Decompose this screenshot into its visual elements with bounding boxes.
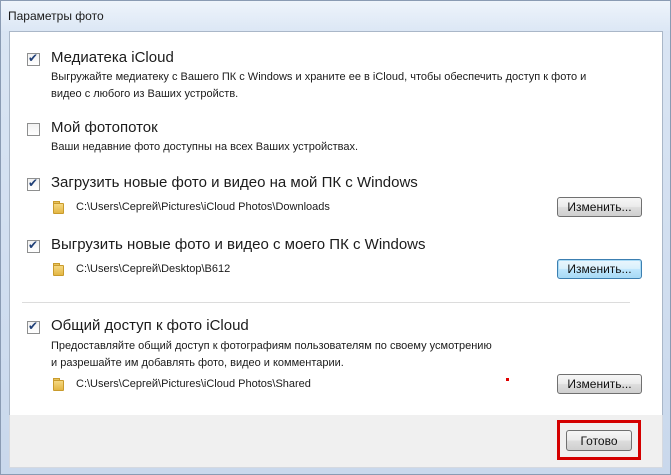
photo-sharing-heading[interactable]: Общий доступ к фото iCloud: [51, 317, 249, 334]
photo-sharing-checkbox[interactable]: ✔: [27, 319, 40, 334]
photo-sharing-path: C:\Users\Сергей\Pictures\iCloud Photos\S…: [76, 378, 311, 390]
icloud-library-desc-line1: Выгружайте медиатеку с Вашего ПК с Windo…: [51, 71, 587, 83]
upload-path: C:\Users\Сергей\Desktop\B612: [76, 263, 231, 275]
photo-stream-heading[interactable]: Мой фотопоток: [51, 119, 158, 136]
change-upload-folder-button[interactable]: Изменить...: [557, 259, 642, 279]
photo-sharing-desc-line2: и разрешайте им добавлять фото, видео и …: [51, 357, 344, 369]
upload-checkbox[interactable]: ✔: [27, 238, 40, 253]
title-bar: Параметры фото: [1, 1, 670, 31]
folder-icon: [53, 201, 64, 214]
checkmark-icon: ✔: [28, 51, 39, 65]
download-path: C:\Users\Сергей\Pictures\iCloud Photos\D…: [76, 201, 330, 213]
checkmark-icon: ✔: [28, 319, 39, 333]
photo-stream-desc: Ваши недавние фото доступны на всех Ваши…: [51, 141, 359, 153]
upload-heading[interactable]: Выгрузить новые фото и видео с моего ПК …: [51, 236, 426, 253]
icloud-library-heading[interactable]: Медиатека iCloud: [51, 49, 174, 66]
checkmark-icon: ✔: [28, 238, 39, 252]
section-divider: [22, 302, 630, 303]
window-title: Параметры фото: [8, 9, 104, 23]
icloud-library-desc-line2: видео с любого из Ваших устройств.: [51, 88, 239, 100]
red-marker-dot: [506, 378, 509, 381]
photo-stream-checkbox[interactable]: [27, 123, 40, 136]
checkmark-icon: ✔: [28, 176, 39, 190]
change-download-folder-button[interactable]: Изменить...: [557, 197, 642, 217]
download-heading[interactable]: Загрузить новые фото и видео на мой ПК с…: [51, 174, 418, 191]
done-button-highlight: [557, 420, 641, 460]
folder-icon: [53, 263, 64, 276]
change-shared-folder-button[interactable]: Изменить...: [557, 374, 642, 394]
download-checkbox[interactable]: ✔: [27, 176, 40, 191]
photo-sharing-desc-line1: Предоставляйте общий доступ к фотография…: [51, 340, 492, 352]
folder-icon: [53, 378, 64, 391]
icloud-library-checkbox[interactable]: ✔: [27, 51, 40, 66]
